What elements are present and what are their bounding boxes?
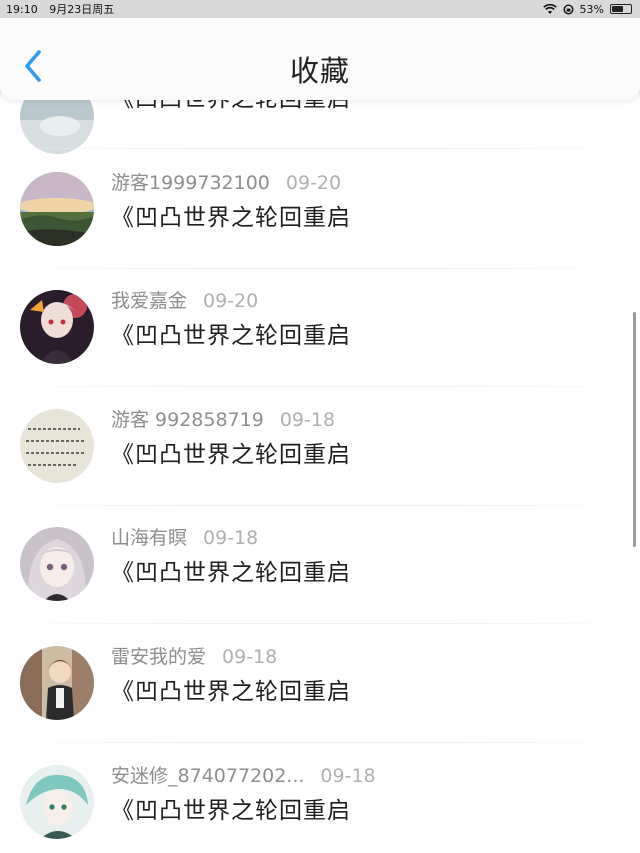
item-date: 09-20 bbox=[285, 172, 342, 194]
item-title: 《凹凸世界之轮回重启 bbox=[111, 798, 351, 824]
battery-percent: 53% bbox=[579, 2, 604, 16]
item-user: 我爱嘉金 bbox=[111, 290, 188, 312]
item-meta: 雷安我的爱 09-18 bbox=[111, 642, 277, 669]
status-left: 19:10 9月23日周五 bbox=[6, 1, 122, 17]
list-item[interactable]: 游客1999732100 09-20 《凹凸世界之轮回重启 bbox=[0, 150, 640, 269]
item-user: 山海有瞑 bbox=[111, 527, 188, 549]
item-meta: 山海有瞑 09-18 bbox=[111, 523, 258, 550]
item-date: 09-18 bbox=[279, 409, 336, 431]
item-meta: 游客1999732100 09-20 bbox=[111, 168, 341, 195]
status-time: 19:10 bbox=[6, 3, 38, 16]
avatar bbox=[20, 290, 94, 364]
page-title: 收藏 bbox=[289, 54, 350, 88]
item-date: 09-20 bbox=[203, 290, 259, 312]
wifi-icon bbox=[542, 3, 557, 14]
status-right: 53% bbox=[542, 2, 632, 16]
item-title: 《凹凸世界之轮回重启 bbox=[111, 679, 351, 705]
list-item[interactable]: 雷安我的爱 09-18 《凹凸世界之轮回重启 bbox=[0, 624, 640, 743]
list-item[interactable]: 山海有瞑 09-18 《凹凸世界之轮回重启 bbox=[0, 505, 640, 624]
nav-header: 收藏 bbox=[0, 18, 640, 100]
avatar bbox=[20, 527, 94, 601]
item-date: 09-18 bbox=[222, 646, 278, 668]
list-item[interactable]: 我爱嘉金 09-20 《凹凸世界之轮回重启 bbox=[0, 268, 640, 387]
avatar bbox=[20, 409, 94, 483]
item-user: 游客1999732100 bbox=[111, 172, 270, 194]
item-title: 《凹凸世界之轮回重启 bbox=[111, 205, 351, 231]
item-meta: 安迷修_874077202... 09-18 bbox=[111, 761, 376, 788]
avatar bbox=[20, 172, 94, 246]
item-meta: 我爱嘉金 09-20 bbox=[111, 286, 258, 313]
item-date: 09-18 bbox=[320, 765, 376, 787]
status-bar: 19:10 9月23日周五 53% bbox=[0, 0, 640, 18]
avatar bbox=[20, 765, 94, 839]
lock-rotation-icon bbox=[563, 3, 574, 15]
item-title: 《凹凸世界之轮回重启 bbox=[111, 323, 351, 349]
item-date: 09-18 bbox=[203, 527, 259, 549]
item-user: 雷安我的爱 bbox=[111, 646, 207, 668]
item-title: 《凹凸世界之轮回重启 bbox=[111, 442, 351, 468]
item-meta: 游客 992858719 09-18 bbox=[111, 405, 335, 432]
favorites-list: 《凹凸世界之轮回重启 游客1999732100 09-20 《凹凸世界之轮回重启 bbox=[0, 86, 640, 853]
item-title: 《凹凸世界之轮回重启 bbox=[111, 560, 351, 586]
item-user: 安迷修_874077202... bbox=[111, 765, 305, 787]
list-item[interactable]: 安迷修_874077202... 09-18 《凹凸世界之轮回重启 bbox=[0, 743, 640, 853]
scrollbar[interactable] bbox=[633, 312, 636, 547]
divider bbox=[0, 148, 640, 149]
list-item[interactable]: 游客 992858719 09-18 《凹凸世界之轮回重启 bbox=[0, 387, 640, 506]
status-date: 9月23日周五 bbox=[49, 3, 115, 16]
battery-icon bbox=[610, 4, 632, 14]
item-user: 游客 992858719 bbox=[111, 409, 264, 431]
avatar bbox=[20, 646, 94, 720]
